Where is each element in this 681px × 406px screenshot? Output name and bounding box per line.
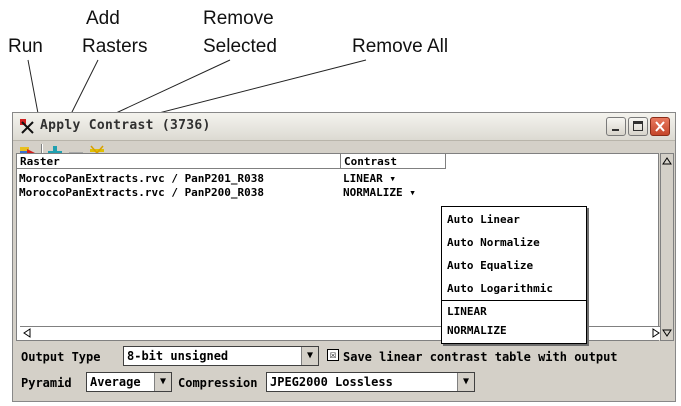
- scroll-left-icon[interactable]: [22, 328, 32, 338]
- scroll-down-icon[interactable]: [662, 328, 672, 338]
- compression-label: Compression: [178, 376, 258, 390]
- pyramid-label: Pyramid: [21, 376, 72, 390]
- vertical-scrollbar[interactable]: [660, 153, 674, 341]
- title-bar: Apply Contrast (3736): [13, 113, 675, 141]
- pyramid-value: Average: [90, 375, 141, 389]
- close-icon: [655, 121, 665, 132]
- menu-separator: [442, 300, 586, 301]
- raster-name: MoroccoPanExtracts.rvc / PanP200_R038: [19, 186, 265, 199]
- column-header-raster[interactable]: Raster: [17, 154, 341, 169]
- app-icon: [20, 119, 34, 134]
- table-row[interactable]: MoroccoPanExtracts.rvc / PanP201_R038: [19, 172, 264, 185]
- contrast-selector[interactable]: LINEAR ▾: [343, 172, 396, 185]
- save-table-label: Save linear contrast table with output: [343, 350, 618, 364]
- chevron-down-icon[interactable]: ▼: [154, 373, 171, 391]
- menu-item-normalize[interactable]: NORMALIZE: [447, 324, 507, 337]
- pyramid-select[interactable]: Average ▼: [86, 372, 172, 392]
- contrast-dropdown-menu: Auto Linear Auto Normalize Auto Equalize…: [441, 206, 587, 344]
- column-header-contrast[interactable]: Contrast: [341, 154, 446, 169]
- menu-item-auto-equalize[interactable]: Auto Equalize: [447, 259, 533, 272]
- minimize-button[interactable]: [606, 117, 626, 136]
- compression-value: JPEG2000 Lossless: [270, 375, 393, 389]
- menu-item-linear[interactable]: LINEAR: [447, 305, 487, 318]
- maximize-icon: [633, 121, 643, 131]
- minimize-icon: [612, 129, 619, 131]
- compression-select[interactable]: JPEG2000 Lossless ▼: [266, 372, 475, 392]
- menu-item-auto-logarithmic[interactable]: Auto Logarithmic: [447, 282, 553, 295]
- output-type-value: 8-bit unsigned: [127, 349, 229, 363]
- contrast-selector[interactable]: NORMALIZE ▾: [343, 186, 416, 199]
- menu-item-auto-normalize[interactable]: Auto Normalize: [447, 236, 540, 249]
- maximize-button[interactable]: [628, 117, 648, 136]
- chevron-down-icon[interactable]: ▼: [301, 347, 318, 365]
- menu-item-auto-linear[interactable]: Auto Linear: [447, 213, 520, 226]
- output-type-select[interactable]: 8-bit unsigned ▼: [123, 346, 319, 366]
- apply-contrast-window: Apply Contrast (3736) Raster Contrast Mo…: [12, 112, 676, 402]
- close-button[interactable]: [650, 117, 670, 136]
- output-type-label: Output Type: [21, 350, 101, 364]
- scroll-up-icon[interactable]: [662, 156, 672, 166]
- chevron-down-icon[interactable]: ▼: [457, 373, 474, 391]
- raster-name: MoroccoPanExtracts.rvc / PanP201_R038: [19, 172, 265, 185]
- save-table-checkbox[interactable]: ☒: [327, 349, 339, 361]
- window-title: Apply Contrast (3736): [40, 118, 211, 133]
- table-row[interactable]: MoroccoPanExtracts.rvc / PanP200_R038: [19, 186, 264, 199]
